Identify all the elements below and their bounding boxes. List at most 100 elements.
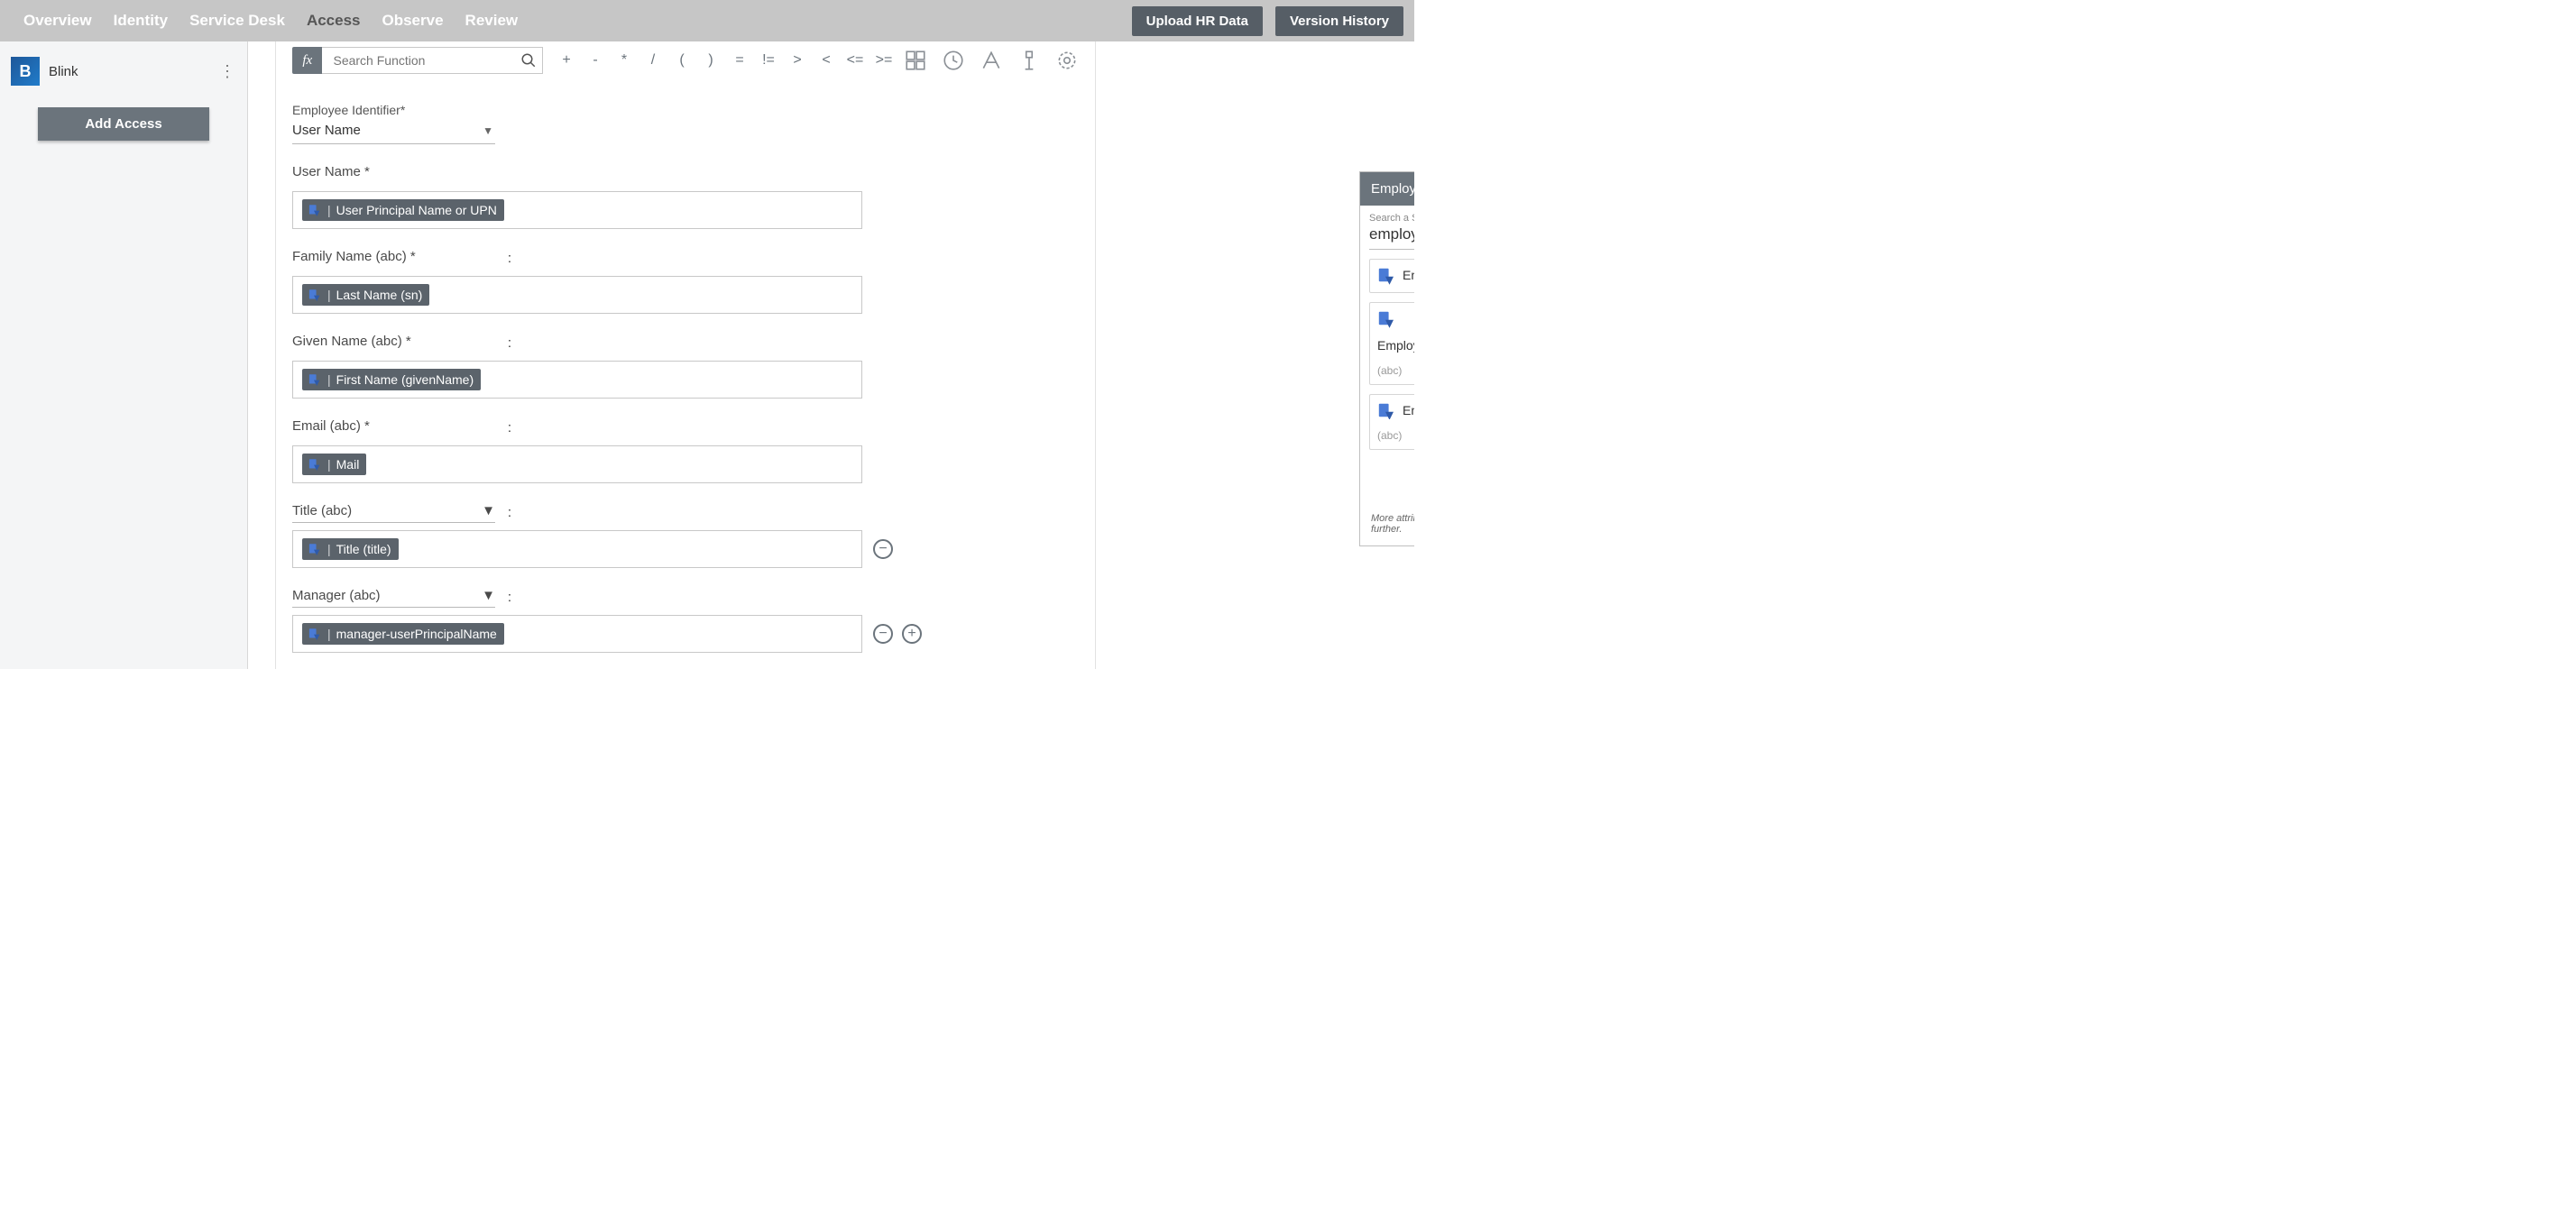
panel-title: Employee Data (1360, 172, 1414, 206)
row-controls: − (873, 539, 893, 559)
operator--[interactable]: - (581, 47, 610, 74)
data-source-icon (306, 203, 322, 217)
field-block-1: Family Name (abc) *: | Last Name (sn) (292, 247, 1079, 314)
field-heading-row: Given Name (abc) *: (292, 332, 1079, 353)
mapping-token[interactable]: | Last Name (sn) (302, 284, 429, 306)
clock-icon[interactable] (942, 49, 965, 72)
panel-search-label: Search a Source field... (1369, 213, 1414, 224)
field-heading[interactable]: Manager (abc)▼ (292, 586, 495, 608)
field-heading-row: Email (abc) *: (292, 417, 1079, 438)
info-icon[interactable] (1017, 49, 1041, 72)
employee-identifier-select[interactable]: User Name ▼ (292, 119, 495, 144)
function-search[interactable] (322, 47, 543, 74)
employee-data-panel: Employee Data Search a Source field... E… (1359, 171, 1414, 546)
top-tab-access[interactable]: Access (307, 12, 361, 30)
source-field-name: Employee ID (employeeID) (1403, 267, 1414, 285)
field-heading[interactable]: Title (abc)▼ (292, 501, 495, 523)
function-search-input[interactable] (333, 53, 520, 68)
field-heading-text: Family Name (abc) * (292, 249, 416, 264)
token-divider: | (327, 288, 331, 302)
operator-)[interactable]: ) (696, 47, 725, 74)
token-divider: | (327, 457, 331, 472)
table-icon[interactable] (904, 49, 927, 72)
token-label: User Principal Name or UPN (336, 203, 497, 217)
top-tabs: Overview Identity Service Desk Access Observ… (11, 12, 518, 30)
colon: : (506, 335, 513, 351)
kebab-menu-icon[interactable]: ⋮ (218, 62, 236, 81)
operator-<[interactable]: < (812, 47, 841, 74)
source-field-type: (abc) (1377, 429, 1402, 442)
token-input[interactable]: | User Principal Name or UPN (292, 191, 862, 229)
field-heading-text: User Name * (292, 164, 370, 179)
top-tab-review[interactable]: Review (465, 12, 519, 30)
add-access-button[interactable]: Add Access (38, 107, 209, 141)
employee-identifier-block: Employee Identifier* User Name ▼ (292, 103, 1079, 144)
token-input[interactable]: |Title (title) (292, 530, 862, 568)
version-history-button[interactable]: Version History (1275, 6, 1403, 36)
operator-=[interactable]: = (725, 47, 754, 74)
token-input[interactable]: |manager-userPrincipalName (292, 615, 862, 653)
source-field-item[interactable]: Employee ID (employeeID) (abc) (1369, 259, 1414, 293)
operator-([interactable]: ( (667, 47, 696, 74)
token-input[interactable]: | Mail (292, 445, 862, 483)
token-label: Mail (336, 457, 360, 472)
mapping-token[interactable]: | User Principal Name or UPN (302, 199, 504, 221)
mapping-token[interactable]: |manager-userPrincipalName (302, 623, 504, 645)
field-heading-text: Manager (abc) (292, 588, 381, 603)
mapping-token[interactable]: |Title (title) (302, 538, 399, 560)
panel-search-input[interactable] (1369, 224, 1414, 250)
operator-<=[interactable]: <= (841, 47, 869, 74)
operator-/[interactable]: / (639, 47, 667, 74)
field-input-row: |manager-userPrincipalName −+ (292, 608, 1079, 653)
colon: : (506, 251, 513, 266)
employee-identifier-value: User Name (292, 123, 361, 138)
operator->=[interactable]: >= (869, 47, 898, 74)
token-label: manager-userPrincipalName (336, 627, 497, 641)
operator-+[interactable]: + (552, 47, 581, 74)
chevron-down-icon: ▼ (483, 124, 493, 137)
data-source-icon (306, 457, 322, 472)
token-divider: | (327, 203, 331, 217)
upload-hr-data-button[interactable]: Upload HR Data (1132, 6, 1263, 36)
operator-*[interactable]: * (610, 47, 639, 74)
remove-row-button[interactable]: − (873, 539, 893, 559)
field-heading-text: Given Name (abc) * (292, 334, 411, 349)
row-controls: −+ (873, 624, 922, 644)
field-heading: Family Name (abc) * (292, 247, 495, 269)
operator-!=[interactable]: != (754, 47, 783, 74)
token-input[interactable]: |First Name (givenName) (292, 361, 862, 399)
colon: : (506, 590, 513, 605)
field-heading-row: User Name * (292, 162, 1079, 184)
source-field-item[interactable]: Employee Number (employeeNumber) (abc) (1369, 302, 1414, 385)
add-row-button[interactable]: + (902, 624, 922, 644)
field-heading-row: Title (abc)▼: (292, 501, 1079, 523)
field-heading: Given Name (abc) * (292, 332, 495, 353)
mapping-token[interactable]: | Mail (302, 454, 366, 475)
fx-button[interactable]: fx (292, 47, 322, 74)
field-heading-text: Title (abc) (292, 503, 352, 518)
token-label: Last Name (sn) (336, 288, 423, 302)
top-tab-service-desk[interactable]: Service Desk (189, 12, 285, 30)
settings-icon[interactable] (1055, 49, 1079, 72)
data-source-icon (306, 542, 322, 556)
top-tab-overview[interactable]: Overview (23, 12, 92, 30)
source-field-type: (abc) (1377, 364, 1402, 377)
top-tab-observe[interactable]: Observe (382, 12, 444, 30)
mapping-token[interactable]: |First Name (givenName) (302, 369, 481, 390)
data-source-icon (306, 627, 322, 641)
token-label: Title (title) (336, 542, 391, 556)
token-input[interactable]: | Last Name (sn) (292, 276, 862, 314)
employee-identifier-label: Employee Identifier* (292, 103, 1079, 117)
top-bar: Overview Identity Service Desk Access Observ… (0, 0, 1414, 41)
source-field-item[interactable]: Employee Type (employeeType) (abc) (1369, 394, 1414, 450)
operator->[interactable]: > (783, 47, 812, 74)
operator-bar: +-*/()=!=><<=>= (552, 47, 898, 74)
text-icon[interactable] (980, 49, 1003, 72)
remove-row-button[interactable]: − (873, 624, 893, 644)
sidebar-app-item[interactable]: B Blink ⋮ (11, 57, 236, 102)
source-field-name: Employee Number (employeeNumber) (1377, 337, 1414, 355)
top-tab-identity[interactable]: Identity (114, 12, 168, 30)
function-bar: fx +-*/()=!=><<=>= (292, 45, 1079, 76)
content-area: fx +-*/()=!=><<=>= Employ (248, 41, 1414, 669)
field-block-0: User Name * | User Principal Name or UPN (292, 162, 1079, 229)
